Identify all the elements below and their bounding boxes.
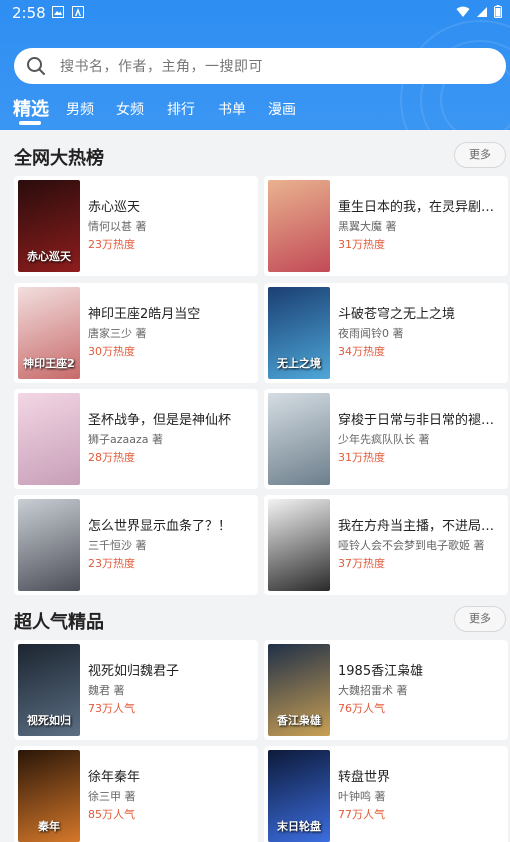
book-title: 神印王座2皓月当空: [88, 307, 201, 322]
book-heat: 28万热度: [88, 451, 135, 464]
book-cover: 末日轮盘: [268, 750, 330, 842]
book-cover: 神印王座2: [18, 287, 80, 379]
search-placeholder: 搜书名，作者，主角，一搜即可: [60, 59, 263, 75]
book-heat: 34万热度: [338, 345, 385, 358]
book-author: 情何以甚 著: [88, 220, 147, 233]
tab-indicator: [19, 121, 41, 125]
book-author: 叶钟鸣 著: [338, 790, 386, 803]
status-bar: 2:58: [0, 0, 510, 26]
book-heat: 76万人气: [338, 702, 385, 715]
book-author: 唐家三少 著: [88, 327, 147, 340]
book-cover: [18, 393, 80, 485]
book-card[interactable]: 我在方舟当主播，不进局… 哑铃人会不会梦到电子歌姬 著 37万热度: [264, 495, 508, 595]
book-author: 徐三甲 著: [88, 790, 136, 803]
book-title: 我在方舟当主播，不进局…: [338, 519, 495, 534]
book-card[interactable]: 视死如归 视死如归魏君子 魏君 著 73万人气: [14, 640, 258, 740]
header: 2:58 搜书名，作者，主角，一搜即可 精选 男频 女频 排行 书单 漫画: [0, 0, 510, 130]
book-title: 赤心巡天: [88, 200, 141, 215]
book-card[interactable]: 无上之境 斗破苍穹之无上之境 夜雨闻铃0 著 34万热度: [264, 283, 508, 383]
section-title: 超人气精品: [14, 612, 104, 633]
book-heat: 23万热度: [88, 557, 135, 570]
book-author: 狮子azaaza 著: [88, 433, 164, 446]
book-title: 重生日本的我，在灵异剧…: [338, 200, 495, 215]
search-bar[interactable]: 搜书名，作者，主角，一搜即可: [14, 48, 506, 84]
book-heat: 31万热度: [338, 451, 385, 464]
book-cover: 无上之境: [268, 287, 330, 379]
book-title: 斗破苍穹之无上之境: [338, 307, 456, 322]
app-notification-icon: [72, 6, 84, 18]
book-heat: 30万热度: [88, 345, 135, 358]
book-title: 视死如归魏君子: [88, 664, 180, 679]
book-cover: [18, 499, 80, 591]
signal-icon: [477, 6, 487, 17]
book-title: 穿梭于日常与非日常的褪…: [338, 413, 495, 428]
section-title: 全网大热榜: [14, 148, 104, 169]
section-header-hot: 全网大热榜 更多: [0, 140, 510, 174]
book-cover: [268, 180, 330, 272]
book-card[interactable]: 圣杯战争，但是是神仙杯 狮子azaaza 著 28万热度: [14, 389, 258, 489]
book-title: 怎么世界显示血条了？！: [88, 519, 232, 534]
tab-booklist[interactable]: 书单: [218, 99, 246, 119]
book-heat: 85万人气: [88, 808, 135, 821]
book-cover: [268, 393, 330, 485]
book-heat: 23万热度: [88, 238, 135, 251]
book-author: 三千恒沙 著: [88, 539, 147, 552]
tab-comics[interactable]: 漫画: [268, 99, 296, 119]
tab-female[interactable]: 女频: [116, 99, 144, 119]
tab-male[interactable]: 男频: [66, 99, 94, 119]
book-author: 少年先疯队队长 著: [338, 433, 430, 446]
book-author: 魏君 著: [88, 684, 125, 697]
more-button[interactable]: 更多: [454, 606, 506, 632]
image-notification-icon: [52, 6, 64, 18]
book-card[interactable]: 怎么世界显示血条了？！ 三千恒沙 著 23万热度: [14, 495, 258, 595]
book-author: 夜雨闻铃0 著: [338, 327, 404, 340]
book-heat: 31万热度: [338, 238, 385, 251]
book-card[interactable]: 秦年 徐年秦年 徐三甲 著 85万人气: [14, 746, 258, 842]
book-cover: [268, 499, 330, 591]
wifi-icon: [456, 6, 470, 17]
book-cover: 赤心巡天: [18, 180, 80, 272]
tab-ranking[interactable]: 排行: [167, 99, 195, 119]
book-heat: 73万人气: [88, 702, 135, 715]
category-tabs: 精选 男频 女频 排行 书单 漫画: [0, 93, 510, 127]
book-author: 黑翼大魔 著: [338, 220, 397, 233]
book-cover: 秦年: [18, 750, 80, 842]
book-cover: 香江枭雄: [268, 644, 330, 736]
book-author: 大魏招雷术 著: [338, 684, 408, 697]
book-card[interactable]: 香江枭雄 1985香江枭雄 大魏招雷术 著 76万人气: [264, 640, 508, 740]
book-title: 徐年秦年: [88, 770, 141, 785]
status-time: 2:58: [12, 4, 46, 22]
book-heat: 37万热度: [338, 557, 385, 570]
more-button[interactable]: 更多: [454, 142, 506, 168]
book-card[interactable]: 穿梭于日常与非日常的褪… 少年先疯队队长 著 31万热度: [264, 389, 508, 489]
book-heat: 77万人气: [338, 808, 385, 821]
book-card[interactable]: 赤心巡天 赤心巡天 情何以甚 著 23万热度: [14, 176, 258, 276]
section-header-popular: 超人气精品 更多: [0, 604, 510, 638]
book-cover: 视死如归: [18, 644, 80, 736]
tab-featured[interactable]: 精选: [13, 95, 49, 121]
book-card[interactable]: 重生日本的我，在灵异剧… 黑翼大魔 著 31万热度: [264, 176, 508, 276]
book-title: 1985香江枭雄: [338, 664, 424, 679]
battery-icon: [494, 5, 502, 18]
book-title: 圣杯战争，但是是神仙杯: [88, 413, 232, 428]
book-author: 哑铃人会不会梦到电子歌姬 著: [338, 539, 485, 552]
book-title: 转盘世界: [338, 770, 391, 785]
book-card[interactable]: 末日轮盘 转盘世界 叶钟鸣 著 77万人气: [264, 746, 508, 842]
search-icon: [27, 57, 45, 75]
book-card[interactable]: 神印王座2 神印王座2皓月当空 唐家三少 著 30万热度: [14, 283, 258, 383]
